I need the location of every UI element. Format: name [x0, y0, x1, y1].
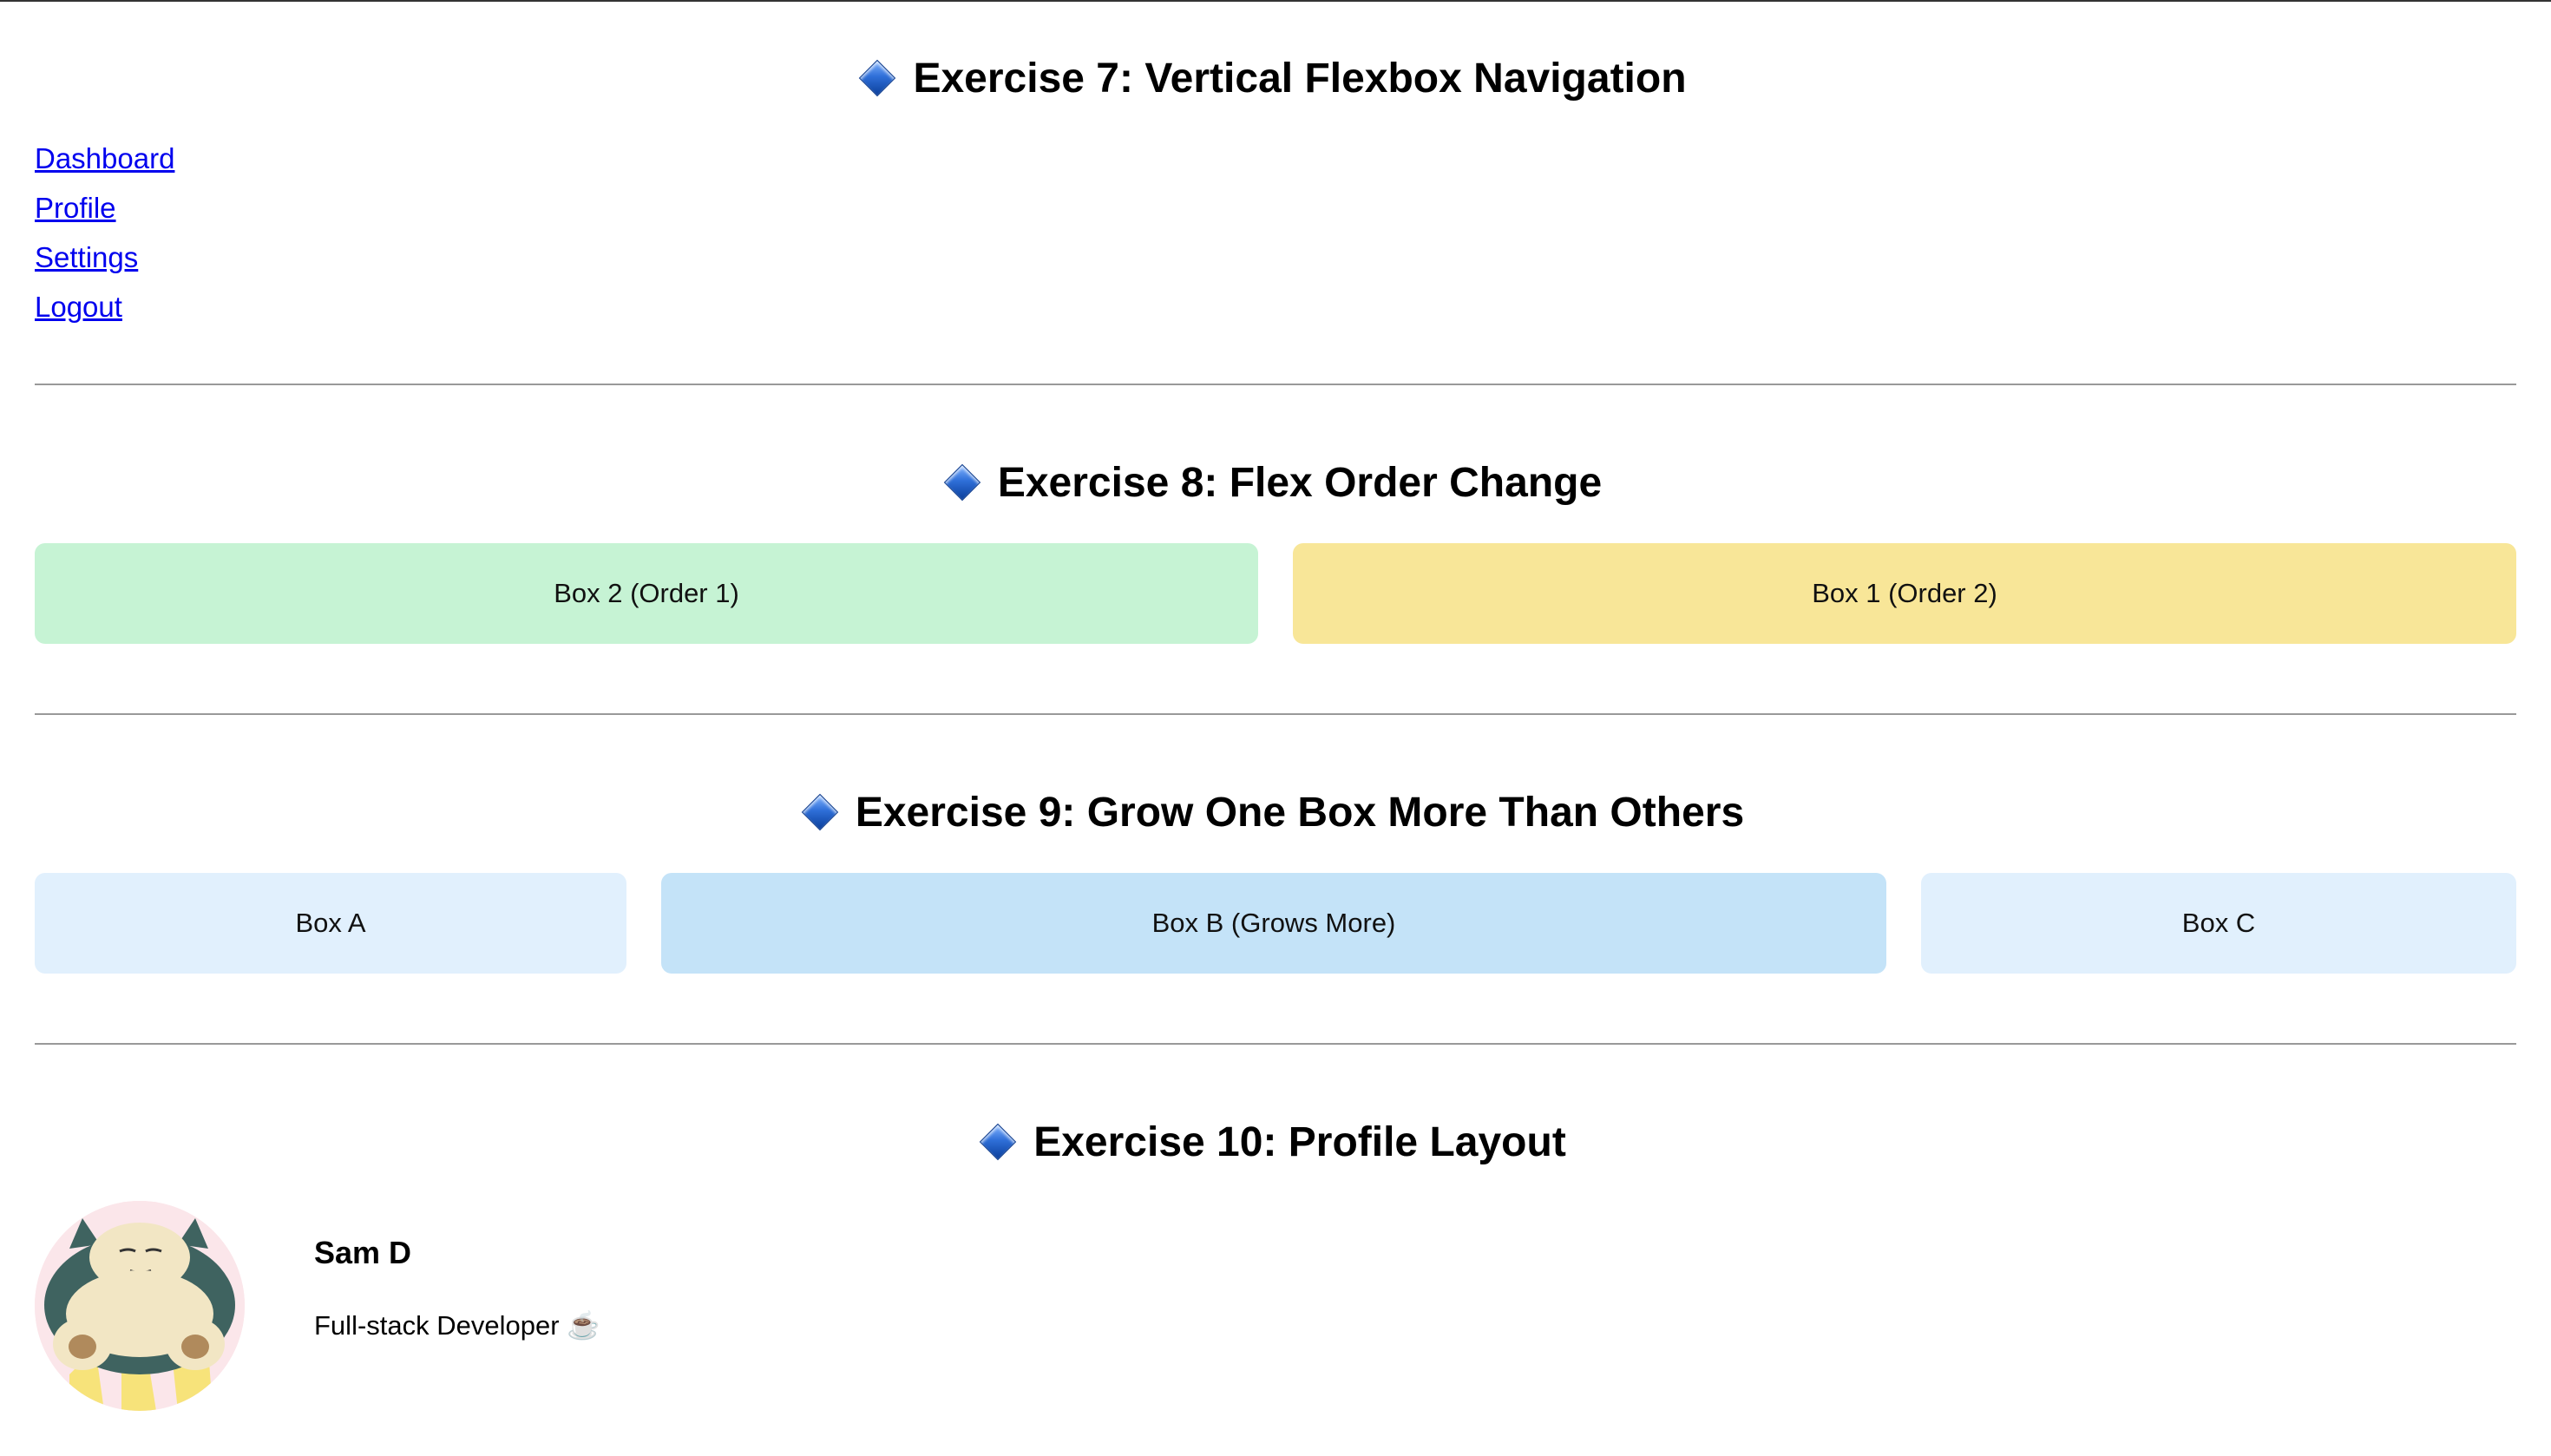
order-row: Box 2 (Order 1) Box 1 (Order 2)	[35, 543, 2516, 644]
exercise-10-heading: Exercise 10: Profile Layout	[35, 1118, 2516, 1166]
nav-link-dashboard[interactable]: Dashboard	[35, 134, 174, 183]
nav-link-profile[interactable]: Profile	[35, 183, 116, 233]
box-1-order-2: Box 1 (Order 2)	[1293, 543, 2516, 644]
box-c: Box C	[1921, 873, 2516, 974]
section-divider	[35, 384, 2516, 385]
nav-link-logout[interactable]: Logout	[35, 282, 122, 331]
blue-diamond-icon	[859, 59, 896, 97]
box-b-grows-more: Box B (Grows More)	[661, 873, 1886, 974]
exercise-8-title: Exercise 8: Flex Order Change	[997, 459, 1603, 506]
avatar	[35, 1201, 245, 1411]
exercise-7-heading: Exercise 7: Vertical Flexbox Navigation	[35, 54, 2516, 102]
profile-info: Sam D Full-stack Developer ☕	[314, 1235, 600, 1341]
grow-row: Box A Box B (Grows More) Box C	[35, 873, 2516, 974]
exercise-9-title: Exercise 9: Grow One Box More Than Other…	[855, 789, 1745, 836]
section-divider	[35, 713, 2516, 715]
page: Exercise 7: Vertical Flexbox Navigation …	[0, 54, 2551, 1411]
blue-diamond-icon	[801, 793, 839, 831]
blue-diamond-icon	[943, 463, 981, 502]
box-a: Box A	[35, 873, 626, 974]
vertical-nav: Dashboard Profile Settings Logout	[35, 134, 2516, 331]
section-divider	[35, 1043, 2516, 1045]
box-2-order-1: Box 2 (Order 1)	[35, 543, 1258, 644]
exercise-9-heading: Exercise 9: Grow One Box More Than Other…	[35, 788, 2516, 836]
nav-link-settings[interactable]: Settings	[35, 233, 138, 282]
profile-card: Sam D Full-stack Developer ☕	[35, 1201, 2516, 1411]
blue-diamond-icon	[979, 1123, 1017, 1161]
exercise-8-heading: Exercise 8: Flex Order Change	[35, 458, 2516, 507]
exercise-10-title: Exercise 10: Profile Layout	[1033, 1118, 1566, 1165]
snorlax-avatar	[35, 1201, 245, 1411]
profile-name: Sam D	[314, 1234, 412, 1270]
exercise-7-title: Exercise 7: Vertical Flexbox Navigation	[913, 55, 1687, 102]
profile-role: Full-stack Developer ☕	[314, 1309, 600, 1341]
